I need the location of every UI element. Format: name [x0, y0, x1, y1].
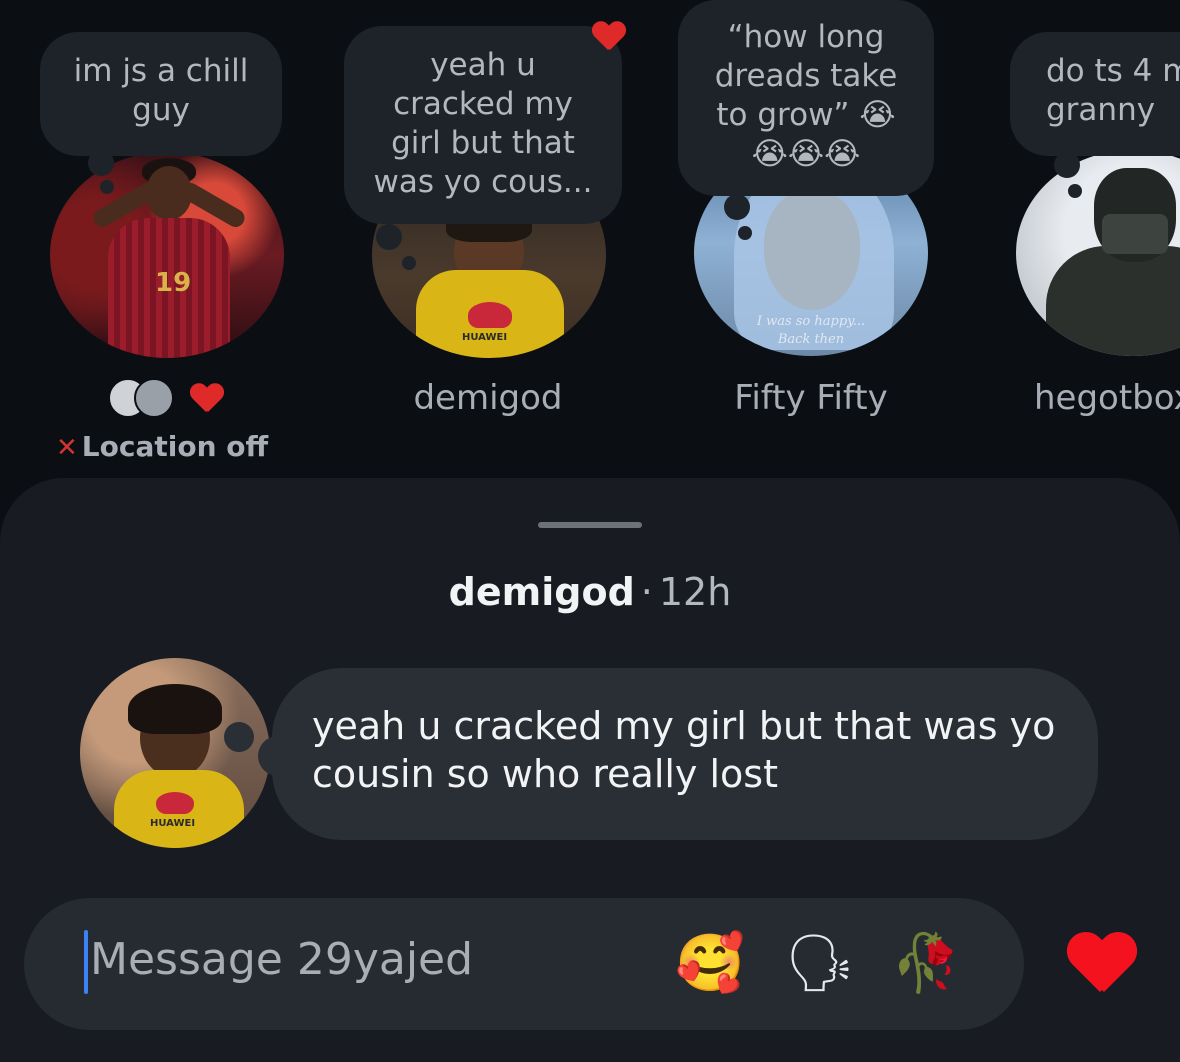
note-username: Fifty Fifty	[734, 378, 888, 418]
location-off-icon: ✕	[56, 433, 78, 463]
avatar[interactable]	[1016, 150, 1180, 356]
note-detail-sheet: demigod · 12h HUAWEI yeah u cracked my gir…	[0, 478, 1180, 1062]
note-own[interactable]: 19 im js a chill guy ✕ Location off	[0, 0, 300, 480]
sheet-header: demigod · 12h	[0, 570, 1180, 614]
avatar-caption: Back then	[777, 332, 845, 347]
location-label: Location off	[81, 430, 269, 463]
heart-icon	[592, 22, 626, 52]
jersey-number: 19	[155, 268, 192, 298]
avatar	[134, 378, 174, 418]
speaking-head-emoji-button[interactable]: 🗣	[784, 928, 856, 1000]
sheet-grabber[interactable]	[538, 522, 642, 528]
note-bubble[interactable]: “how long dreads take to grow” 😭 😭😭😭	[678, 0, 934, 196]
message-input[interactable]: Message 29yajed 🥰 🗣 🥀	[24, 898, 1024, 1030]
sponsor-text: HUAWEI	[462, 332, 508, 343]
avatar-caption: I was so happy...	[756, 314, 866, 329]
note-reactors[interactable]	[108, 378, 238, 418]
message-placeholder: Message 29yajed	[90, 934, 474, 985]
note-text: im js a chill guy	[73, 53, 249, 128]
note-message-text: yeah u cracked my girl but that was yo c…	[312, 704, 1056, 796]
heart-icon	[190, 384, 224, 414]
avatar[interactable]: HUAWEI	[80, 658, 270, 848]
note-bubble[interactable]: im js a chill guy	[40, 32, 282, 156]
note-text: do ts 4 m granny	[1046, 53, 1180, 128]
note-username: demigod	[413, 378, 563, 418]
wilted-rose-emoji-button[interactable]: 🥀	[890, 928, 962, 1000]
smiling-hearts-emoji-button[interactable]: 🥰	[674, 928, 746, 1000]
note-bubble[interactable]: do ts 4 m granny	[1010, 32, 1180, 156]
separator: ·	[640, 570, 653, 614]
sponsor-text: HUAWEI	[150, 818, 196, 829]
timestamp: 12h	[658, 570, 732, 614]
location-status[interactable]: ✕ Location off	[56, 430, 268, 463]
avatar[interactable]: 19	[50, 152, 284, 358]
text-caret	[84, 930, 88, 994]
note-fifty-fifty[interactable]: I was so happy... Back then “how long dr…	[660, 0, 970, 480]
note-demigod[interactable]: HUAWEI yeah u cracked my girl but that w…	[320, 0, 640, 480]
note-hegotbox[interactable]: do ts 4 m granny hegotbox	[990, 0, 1180, 480]
sheet-username[interactable]: demigod	[449, 570, 635, 614]
note-message-bubble: yeah u cracked my girl but that was yo c…	[272, 668, 1098, 840]
note-bubble[interactable]: yeah u cracked my girl but that was yo c…	[344, 26, 622, 224]
like-heart-button[interactable]	[1066, 934, 1138, 998]
notes-tray: 19 im js a chill guy ✕ Location off HUAWE…	[0, 0, 1180, 480]
note-text: yeah u cracked my girl but that was yo c…	[373, 47, 593, 200]
note-username: hegotbox	[1034, 378, 1180, 418]
